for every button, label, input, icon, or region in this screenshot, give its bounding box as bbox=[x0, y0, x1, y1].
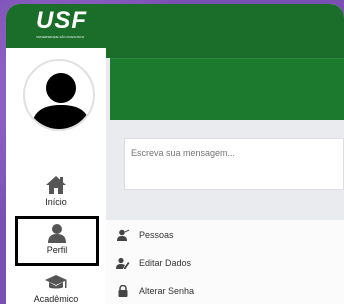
submenu-item-label: Editar Dados bbox=[139, 258, 192, 268]
usf-logo[interactable]: USF UNIVERSIDADE SÃO FRANCISCO bbox=[36, 9, 86, 43]
user-icon bbox=[48, 224, 66, 243]
logo-subtext: UNIVERSIDADE SÃO FRANCISCO bbox=[36, 35, 85, 39]
lock-icon bbox=[118, 285, 128, 297]
sidebar-item-label: Acadêmico bbox=[33, 294, 79, 304]
header-strip bbox=[106, 48, 344, 58]
sidebar-item-inicio[interactable]: Início bbox=[6, 175, 106, 207]
edit-user-icon bbox=[116, 257, 130, 269]
submenu-item-editar-dados[interactable]: Editar Dados bbox=[116, 257, 191, 269]
sidebar-item-perfil[interactable]: Perfil bbox=[15, 216, 99, 266]
app-window: USF UNIVERSIDADE SÃO FRANCISCO Início Pe… bbox=[6, 4, 344, 304]
cover-banner bbox=[110, 58, 344, 120]
perfil-submenu: Pessoas Editar Dados Alterar Senha bbox=[106, 220, 344, 304]
top-bar: USF UNIVERSIDADE SÃO FRANCISCO bbox=[6, 4, 344, 48]
submenu-item-label: Alterar Senha bbox=[139, 286, 195, 296]
sidebar-item-academico[interactable]: Acadêmico bbox=[6, 274, 106, 304]
post-composer bbox=[124, 138, 344, 190]
graduation-cap-icon bbox=[45, 275, 67, 289]
message-input[interactable] bbox=[131, 148, 331, 158]
submenu-item-label: Pessoas bbox=[139, 230, 174, 240]
sidebar: Início Perfil Acadêmico bbox=[6, 48, 106, 304]
submenu-item-pessoas[interactable]: Pessoas bbox=[116, 229, 174, 241]
people-icon bbox=[117, 229, 130, 241]
logo-text: USF bbox=[36, 7, 87, 34]
sidebar-item-label: Perfil bbox=[46, 245, 68, 255]
home-icon bbox=[46, 176, 66, 194]
submenu-item-alterar-senha[interactable]: Alterar Senha bbox=[116, 285, 194, 297]
user-silhouette-icon bbox=[31, 73, 91, 129]
avatar[interactable] bbox=[23, 59, 95, 131]
sidebar-item-label: Início bbox=[45, 197, 67, 207]
